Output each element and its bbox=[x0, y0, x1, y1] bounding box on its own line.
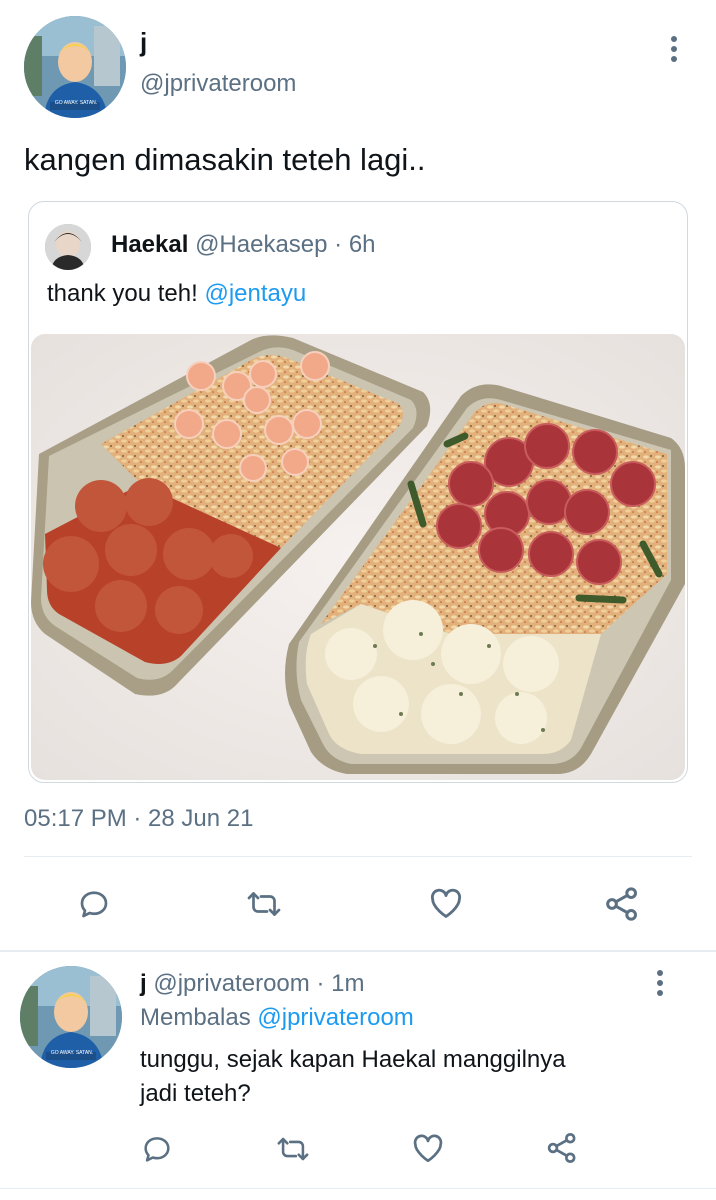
quoted-tweet-text: thank you teh! @jentayu bbox=[47, 278, 306, 310]
more-options-icon[interactable] bbox=[664, 34, 684, 66]
tweet-text: kangen dimasakin teteh lagi.. bbox=[24, 142, 426, 177]
quoted-tweet-card[interactable]: Haekal @Haekasep · 6h thank you teh! @je… bbox=[28, 201, 688, 783]
reply-icon[interactable] bbox=[76, 886, 112, 922]
quoted-text-body: thank you teh! bbox=[47, 280, 205, 307]
share-icon[interactable] bbox=[602, 884, 642, 924]
retweet-icon[interactable] bbox=[244, 886, 284, 922]
heart-icon[interactable] bbox=[426, 884, 466, 922]
reply-icon[interactable] bbox=[140, 1132, 174, 1166]
reply-author-name[interactable]: j bbox=[140, 970, 147, 997]
divider bbox=[24, 856, 692, 857]
reply-author-avatar[interactable]: GO AWAY. SATAN. bbox=[20, 966, 122, 1068]
reply-author-handle[interactable]: @jprivateroom bbox=[153, 970, 309, 997]
author-avatar[interactable]: GO AWAY. SATAN. bbox=[24, 16, 126, 118]
quoted-tweet-image[interactable] bbox=[31, 334, 685, 780]
tweet-timestamp[interactable]: 05:17 PM · 28 Jun 21 bbox=[24, 804, 253, 834]
quoted-tweet-time: · 6h bbox=[334, 231, 376, 258]
replying-to-label: Membalas bbox=[140, 1004, 251, 1031]
author-handle[interactable]: @jprivateroom bbox=[140, 69, 296, 99]
replying-to-link[interactable]: @jprivateroom bbox=[257, 1004, 413, 1031]
share-icon[interactable] bbox=[544, 1130, 580, 1166]
avatar-caption: GO AWAY. SATAN. bbox=[54, 100, 98, 106]
quoted-author-handle[interactable]: @Haekasep bbox=[195, 231, 327, 258]
avatar-caption: GO AWAY. SATAN. bbox=[50, 1050, 94, 1056]
author-display-name[interactable]: j bbox=[140, 26, 147, 58]
reply-time: · 1m bbox=[316, 970, 365, 997]
heart-icon[interactable] bbox=[410, 1130, 446, 1166]
quoted-author-name[interactable]: Haekal bbox=[111, 231, 188, 258]
reply-more-options-icon[interactable] bbox=[650, 968, 670, 1000]
retweet-icon[interactable] bbox=[274, 1132, 312, 1166]
divider bbox=[0, 950, 716, 952]
mention-link[interactable]: @jentayu bbox=[204, 280, 306, 307]
quoted-author-avatar[interactable] bbox=[45, 224, 91, 270]
reply-text-line2: jadi teteh? bbox=[140, 1080, 251, 1107]
reply-text-line1: tunggu, sejak kapan Haekal manggilnya bbox=[140, 1046, 566, 1073]
divider bbox=[0, 1188, 716, 1189]
